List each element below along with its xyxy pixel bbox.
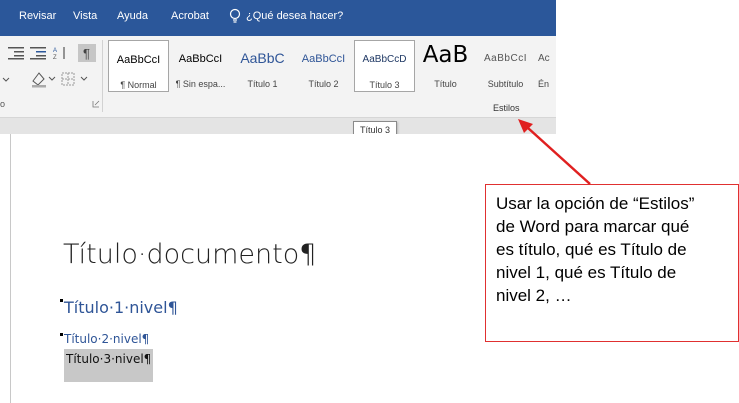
style-titulo[interactable]: AaB Título — [415, 40, 476, 92]
ribbon: A Z ¶ o AaBbCcI ¶ Normal AaBbCcI ¶ Sin e… — [0, 36, 556, 118]
style-sample: AaBbCcI — [301, 53, 346, 65]
group-divider — [102, 40, 103, 112]
style-enfasis-sutil[interactable]: Ac Én — [536, 40, 556, 92]
style-sample: AaBbCcI — [484, 53, 527, 64]
styles-group-label: Estilos — [493, 103, 520, 113]
shading-icon[interactable] — [30, 70, 56, 88]
style-normal[interactable]: AaBbCcI ¶ Normal — [108, 40, 169, 92]
paragraph-dialog-launcher-icon[interactable] — [92, 100, 100, 108]
style-titulo-1[interactable]: AaBbC Título 1 — [232, 40, 293, 92]
tell-me-box[interactable]: ¿Qué desea hacer? — [229, 8, 343, 24]
heading-3-text-selected[interactable]: Título·3·nivel¶ — [64, 349, 154, 382]
show-formatting-marks-icon[interactable]: ¶ — [78, 44, 96, 62]
style-sample: AaBbCcI — [116, 54, 161, 66]
heading-2-text[interactable]: Título·2·nivel¶ — [64, 332, 149, 346]
style-subtitulo[interactable]: AaBbCcI Subtítulo — [475, 40, 536, 92]
annotation-line: nivel 1, qué es Título de — [496, 263, 677, 282]
sort-icon[interactable]: A Z — [52, 46, 68, 60]
ruler — [0, 118, 556, 134]
menu-vista[interactable]: Vista — [73, 10, 97, 22]
annotation-line: es título, qué es Título de — [496, 240, 687, 259]
style-titulo-3[interactable]: AaBbCcD Título 3 — [354, 40, 415, 92]
style-sample: AaBbCcD — [362, 54, 407, 65]
style-titulo-2[interactable]: AaBbCcI Título 2 — [293, 40, 354, 92]
style-name: Título 2 — [308, 79, 339, 89]
paragraph-group-label-fragment: o — [0, 99, 6, 109]
annotation-line: Usar la opción de “Estilos” — [496, 194, 695, 213]
svg-text:Z: Z — [53, 55, 57, 60]
heading-1-text[interactable]: Título·1·nivel¶ — [64, 298, 178, 317]
paragraph-marker — [60, 333, 63, 336]
style-name: Én — [538, 79, 550, 89]
svg-text:A: A — [53, 48, 57, 54]
chevron-down-icon[interactable] — [2, 72, 10, 86]
style-name: ¶ Normal — [120, 80, 157, 90]
style-name: ¶ Sin espa... — [175, 79, 226, 89]
style-name: Título 1 — [247, 79, 278, 89]
svg-text:¶: ¶ — [83, 46, 90, 61]
lightbulb-icon — [229, 8, 241, 23]
tell-me-text: ¿Qué desea hacer? — [246, 10, 344, 22]
menu-ayuda[interactable]: Ayuda — [117, 10, 148, 22]
style-sample: AaBbCcI — [178, 53, 223, 65]
decrease-indent-icon[interactable] — [8, 46, 24, 60]
style-name: Subtítulo — [487, 79, 524, 89]
menu-acrobat[interactable]: Acrobat — [171, 10, 209, 22]
menu-bar: Revisar Vista Ayuda Acrobat ¿Qué desea h… — [0, 0, 556, 36]
document-title[interactable]: Título·documento¶ — [63, 239, 316, 270]
increase-indent-icon[interactable] — [30, 46, 46, 60]
menu-revisar[interactable]: Revisar — [19, 10, 56, 22]
annotation-line: nivel 2, … — [496, 286, 572, 305]
annotation-line: de Word para marcar qué — [496, 217, 690, 236]
style-sample: AaBbC — [240, 50, 285, 66]
style-sample: AaB — [422, 42, 469, 68]
annotation-callout: Usar la opción de “Estilos” de Word para… — [485, 184, 739, 342]
style-sample: Ac — [538, 53, 550, 64]
style-name: Título 3 — [369, 80, 400, 90]
paragraph-marker — [60, 299, 63, 302]
borders-icon[interactable] — [60, 70, 90, 88]
style-name: Título — [434, 79, 457, 89]
style-sin-espaciado[interactable]: AaBbCcI ¶ Sin espa... — [170, 40, 231, 92]
